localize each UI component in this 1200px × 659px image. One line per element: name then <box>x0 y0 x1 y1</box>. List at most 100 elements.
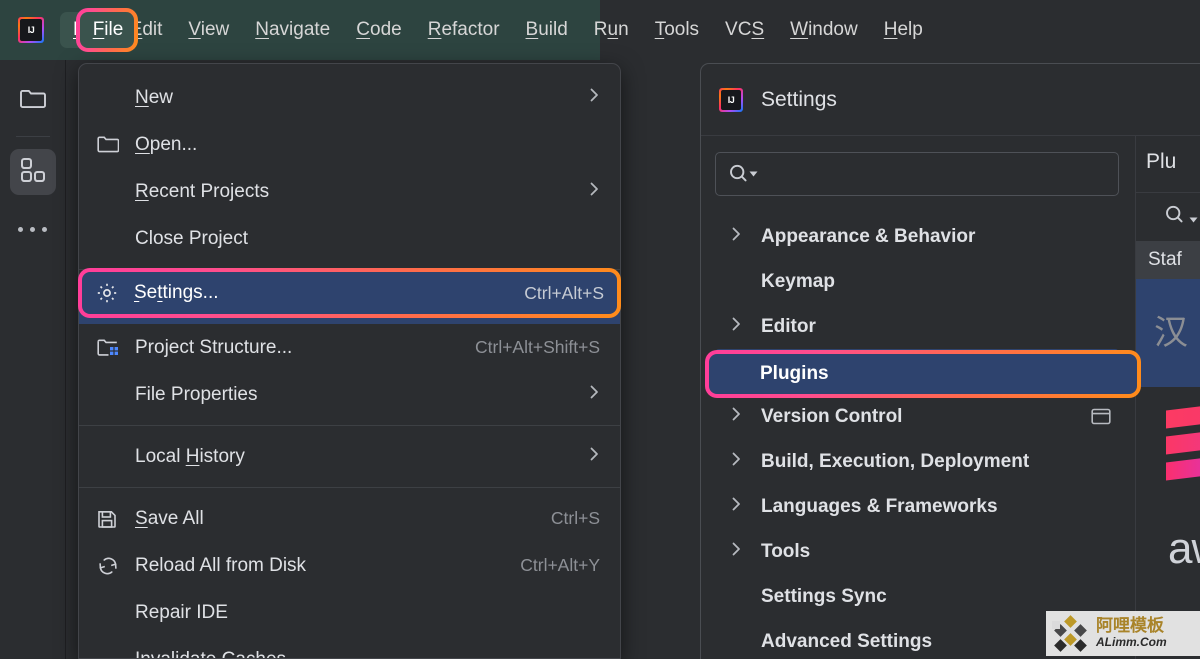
chevron-right-icon <box>589 87 600 108</box>
intellij-idea-logo-text: IJ <box>20 19 42 41</box>
menubar-item-build[interactable]: Build <box>513 12 581 48</box>
menubar-item-view[interactable]: View <box>175 12 242 48</box>
settings-tree-item-build-execution-deployment[interactable]: Build, Execution, Deployment <box>715 439 1119 484</box>
file-menu-item-project-structure[interactable]: Project Structure... Ctrl+Alt+Shift+S <box>79 324 620 371</box>
watermark-logo-icon <box>1052 614 1092 652</box>
file-menu-item-local-history[interactable]: Local History <box>79 433 620 480</box>
settings-tree-item-version-control[interactable]: Version Control <box>715 394 1119 439</box>
plugin-icon-chinese: 汉 <box>1154 313 1188 353</box>
plugins-panel: Plu Staf 汉 a <box>1135 136 1200 659</box>
menubar-item-navigate[interactable]: Navigate <box>242 12 343 48</box>
plugins-tree-item-overlay[interactable]: Plugins <box>760 358 829 390</box>
file-menu-item-new[interactable]: New <box>79 74 620 121</box>
save-icon <box>97 509 135 529</box>
settings-navigation-panel: Appearance & Behavior Keymap Editor Plugins… <box>701 136 1135 659</box>
settings-tree-item-label: Appearance & Behavior <box>761 225 976 247</box>
plugins-tool-button[interactable] <box>9 149 56 195</box>
menubar-item-tools[interactable]: Tools <box>642 12 712 48</box>
file-menu-item-label: Reload All from Disk <box>135 554 307 576</box>
settings-menu-item-text: Settings... <box>134 282 219 303</box>
file-menu-item-reload-all-from-disk[interactable]: Reload All from Disk Ctrl+Alt+Y <box>79 542 620 589</box>
folder-icon <box>19 87 47 116</box>
settings-tree-item-label: Build, Execution, Deployment <box>761 450 1030 472</box>
settings-search-input[interactable] <box>758 163 1106 185</box>
menu-separator <box>79 425 620 426</box>
watermark-text-en: ALimm.Com <box>1096 635 1167 650</box>
chevron-right-icon <box>589 384 600 405</box>
file-menu-item-shortcut: Ctrl+Alt+Y <box>520 555 600 575</box>
chevron-right-icon[interactable] <box>731 496 761 517</box>
file-menu-item-save-all[interactable]: Save All Ctrl+S <box>79 495 620 542</box>
file-menu-item-repair-ide[interactable]: Repair IDE <box>79 589 620 636</box>
settings-tree-item-label: Editor <box>761 315 816 337</box>
chevron-right-icon[interactable] <box>731 541 761 562</box>
watermark: 阿哩模板 ALimm.Com <box>1046 611 1200 656</box>
project-structure-icon <box>97 338 135 358</box>
settings-tree-item-label: Settings Sync <box>761 585 887 607</box>
panel-icon <box>1091 408 1119 425</box>
tool-window-sidebar <box>0 60 66 659</box>
file-menu-item-file-properties[interactable]: File Properties <box>79 371 620 418</box>
file-menu-item-label: Repair IDE <box>135 601 228 623</box>
file-menu-item-label: Invalidate Caches... <box>135 648 302 659</box>
menu-bar-items: IJ File Edit View Navigate Code Refactor Build… <box>0 0 936 60</box>
file-menu-item-label: File Properties <box>135 383 258 405</box>
reload-icon <box>97 556 135 576</box>
file-menu-item-invalidate-caches[interactable]: Invalidate Caches... <box>79 636 620 659</box>
settings-tree-item-editor[interactable]: Editor <box>715 304 1119 349</box>
chevron-right-icon[interactable] <box>731 451 761 472</box>
menubar-item-window[interactable]: Window <box>777 12 871 48</box>
file-menu-item-label: Local History <box>135 445 245 467</box>
file-menu-item-label: New <box>135 86 174 108</box>
file-menu-label-overlay[interactable]: File <box>86 16 130 44</box>
settings-dialog-app-icon-text: IJ <box>721 89 741 110</box>
file-menu-item-label: Open... <box>135 133 198 155</box>
settings-dialog-titlebar: IJ Settings <box>701 64 1200 136</box>
settings-dialog-title: Settings <box>761 87 837 111</box>
menubar-item-code[interactable]: Code <box>343 12 414 48</box>
file-menu-item-open[interactable]: Open... <box>79 121 620 168</box>
file-menu-item-recent-projects[interactable]: Recent Projects <box>79 168 620 215</box>
settings-tree-item-appearance-behavior[interactable]: Appearance & Behavior <box>715 214 1119 259</box>
watermark-text-cn: 阿哩模板 <box>1096 616 1164 637</box>
file-menu-dropdown: New Open... Recent Projects Close Project Se… <box>78 63 621 659</box>
chevron-right-icon <box>589 446 600 467</box>
search-dropdown-icon[interactable] <box>728 163 758 185</box>
project-tool-button[interactable] <box>10 78 56 124</box>
plugins-grid-icon <box>20 157 46 188</box>
file-menu-item-label: Recent Projects <box>135 180 270 202</box>
plugin-list-item[interactable]: 汉 <box>1136 279 1200 387</box>
screen-root: IJ File Edit View Navigate Code Refactor Build… <box>0 0 1200 659</box>
plugin-list-item[interactable]: aw <box>1136 495 1200 603</box>
plugins-tab-staff-picks[interactable]: Staf <box>1136 241 1200 279</box>
search-dropdown-icon[interactable] <box>1164 204 1198 231</box>
plugins-search-icon-wrap[interactable] <box>1136 193 1200 241</box>
file-menu-item-label: Close Project <box>135 227 248 249</box>
sidebar-divider <box>15 136 50 137</box>
plugin-list-item[interactable] <box>1136 387 1200 495</box>
settings-menu-item-shortcut: Ctrl+Alt+S <box>524 282 604 303</box>
more-tool-windows-button[interactable] <box>18 227 47 232</box>
file-menu-item-close-project[interactable]: Close Project <box>79 215 620 262</box>
chevron-right-icon[interactable] <box>731 316 761 337</box>
plugin-icon-aw: aw <box>1168 524 1200 573</box>
chevron-right-icon <box>589 181 600 202</box>
menubar-item-refactor[interactable]: Refactor <box>415 12 513 48</box>
chevron-right-icon[interactable] <box>731 406 761 427</box>
settings-tree-item-label: Version Control <box>761 405 903 427</box>
settings-tree-item-tools[interactable]: Tools <box>715 529 1119 574</box>
menubar-item-help[interactable]: Help <box>871 12 936 48</box>
settings-search-box[interactable] <box>715 152 1119 196</box>
menubar-item-run[interactable]: Run <box>581 12 642 48</box>
plugin-icon-stripes <box>1166 399 1200 481</box>
settings-tree-item-keymap[interactable]: Keymap <box>715 259 1119 304</box>
more-dots-icon <box>18 227 23 232</box>
folder-icon <box>97 135 135 154</box>
settings-dialog-body: Appearance & Behavior Keymap Editor Plugins… <box>701 136 1200 659</box>
settings-tree-item-languages-frameworks[interactable]: Languages & Frameworks <box>715 484 1119 529</box>
settings-dialog-app-icon: IJ <box>719 87 743 112</box>
chevron-right-icon[interactable] <box>731 226 761 247</box>
menubar-item-vcs[interactable]: VCS <box>712 12 777 48</box>
settings-tree-item-label: Languages & Frameworks <box>761 495 998 517</box>
settings-tree-item-label: Keymap <box>761 270 835 292</box>
